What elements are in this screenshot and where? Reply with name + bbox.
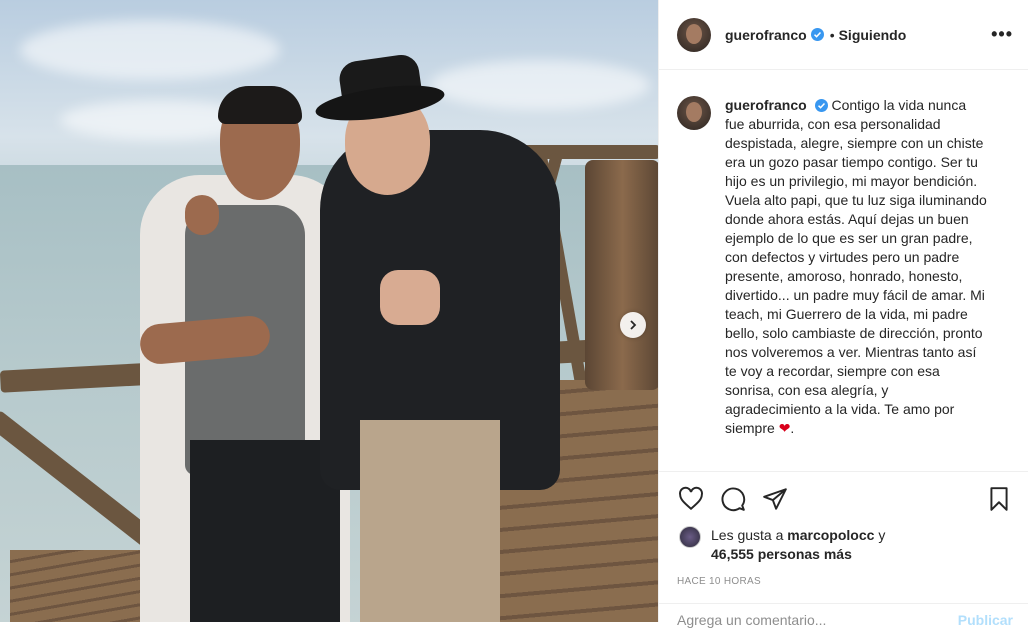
post-image[interactable]: [0, 0, 658, 622]
caption: guerofranco Contigo la vida nunca fue ab…: [659, 70, 1028, 470]
post-side-panel: guerofranco • Siguiendo ••• guerofranco …: [658, 0, 1028, 628]
cloud: [430, 60, 650, 110]
save-button[interactable]: [985, 485, 1013, 513]
comment-button[interactable]: [719, 485, 747, 513]
bookmark-icon: [990, 487, 1008, 511]
share-icon: [763, 488, 787, 510]
likes-prefix: Les gusta a: [711, 527, 784, 543]
caption-end: .: [790, 420, 795, 436]
likes-summary: Les gusta a marcopolocc y 46,555 persona…: [677, 526, 1013, 564]
like-button[interactable]: [677, 485, 705, 513]
caption-username[interactable]: guerofranco: [725, 97, 807, 113]
separator-dot: •: [829, 26, 835, 43]
caption-text: guerofranco Contigo la vida nunca fue ab…: [725, 96, 987, 470]
post-comment-button[interactable]: Publicar: [958, 612, 1013, 628]
action-icons: [677, 484, 1013, 514]
verified-badge-icon: [810, 28, 824, 41]
hand: [185, 195, 219, 235]
username-link[interactable]: guerofranco: [725, 27, 807, 43]
following-button[interactable]: Siguiendo: [839, 27, 907, 43]
red-heart-emoji: ❤: [778, 420, 791, 436]
comment-icon: [721, 487, 746, 512]
cloud: [20, 20, 280, 80]
post-timestamp[interactable]: HACE 10 HORAS: [677, 576, 1013, 587]
likes-text: Les gusta a marcopolocc y 46,555 persona…: [711, 526, 885, 564]
caption-body: Contigo la vida nunca fue aburrida, con …: [725, 97, 987, 436]
post-header: guerofranco • Siguiendo •••: [659, 0, 1028, 70]
more-options-icon[interactable]: •••: [991, 24, 1013, 45]
comment-bar: Agrega un comentario... Publicar: [659, 603, 1028, 643]
comment-input[interactable]: Agrega un comentario...: [677, 612, 826, 628]
share-button[interactable]: [761, 485, 789, 513]
likes-count[interactable]: 46,555 personas más: [711, 546, 852, 562]
verified-badge-icon: [814, 99, 828, 112]
hair: [218, 86, 302, 124]
heart-icon: [679, 486, 703, 511]
hand: [380, 270, 440, 325]
liker-avatar[interactable]: [679, 526, 701, 548]
pants: [360, 420, 500, 622]
liker-username[interactable]: marcopolocc: [787, 527, 874, 543]
pants: [190, 440, 340, 622]
post-actions: Les gusta a marcopolocc y 46,555 persona…: [659, 471, 1028, 611]
chevron-right-icon: [630, 320, 637, 330]
wooden-post: [585, 160, 658, 390]
avatar[interactable]: [677, 17, 711, 52]
carousel-next-button[interactable]: [620, 312, 646, 338]
avatar[interactable]: [677, 96, 711, 130]
likes-connector: y: [878, 527, 886, 543]
